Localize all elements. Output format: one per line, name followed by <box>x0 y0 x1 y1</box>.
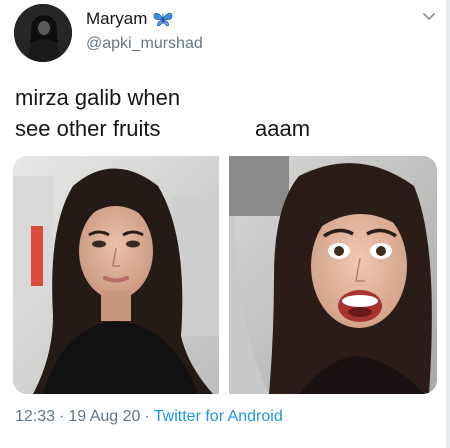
display-name[interactable]: Maryam <box>86 9 147 29</box>
tweet-text: mirza galib when see other fruits aaam <box>15 82 310 144</box>
avatar[interactable] <box>14 4 72 62</box>
tweet-text-line-1: mirza galib when <box>15 85 181 110</box>
tweet-card: Maryam @apki_murshad mirza galib when se… <box>0 0 450 448</box>
media-photo-left[interactable] <box>13 156 219 394</box>
media-photo-right[interactable] <box>229 156 437 394</box>
tweet-metadata: 12:33 · 19 Aug 20 · Twitter for Android <box>15 408 283 426</box>
user-handle[interactable]: @apki_murshad <box>86 35 203 53</box>
tweet-source-link[interactable]: Twitter for Android <box>154 408 283 425</box>
tweet-text-line-2: see other fruits <box>15 116 161 141</box>
avatar-image <box>14 4 72 62</box>
tweet-time[interactable]: 12:33 <box>15 408 55 425</box>
display-name-row: Maryam <box>86 9 173 29</box>
meta-separator: · <box>59 408 65 425</box>
card-divider <box>446 0 450 448</box>
tweet-date[interactable]: 19 Aug 20 <box>68 408 140 425</box>
meta-separator: · <box>144 408 150 425</box>
chevron-down-icon[interactable] <box>422 12 436 22</box>
butterfly-icon <box>153 11 173 27</box>
media-grid <box>13 156 437 394</box>
tweet-text-line-2-right: aaam <box>255 116 311 141</box>
